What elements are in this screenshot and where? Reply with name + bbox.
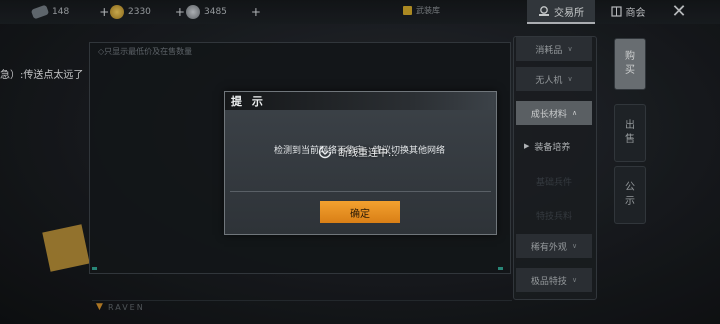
- reconnect-text: 断线重连中...: [338, 148, 398, 159]
- dialog-divider: [230, 191, 491, 192]
- confirm-button[interactable]: 确定: [320, 201, 400, 223]
- reconnecting-spinner-icon: [318, 145, 332, 158]
- reconnect-indicator: 断线重连中...: [318, 144, 398, 159]
- dialog-title: 提 示: [231, 95, 266, 108]
